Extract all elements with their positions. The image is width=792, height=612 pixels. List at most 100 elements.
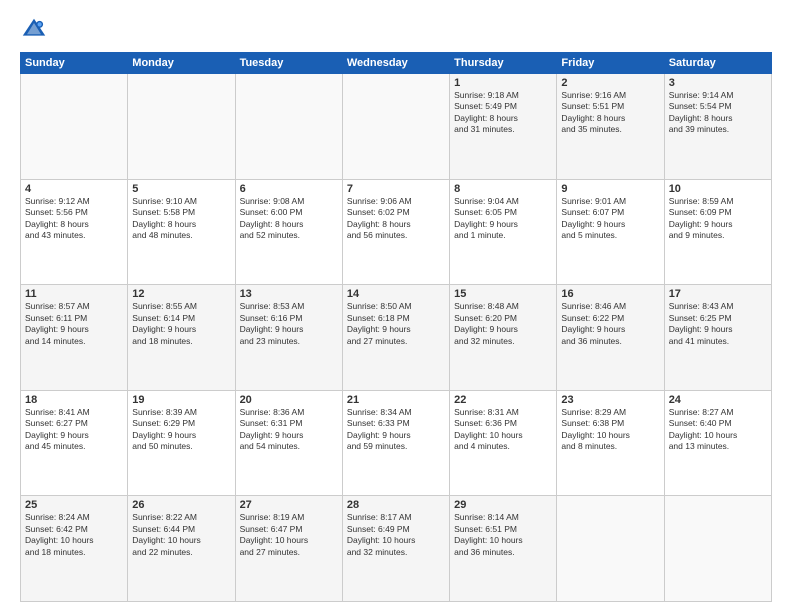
day-number: 25 xyxy=(25,499,123,511)
day-number: 17 xyxy=(669,288,767,300)
day-number: 8 xyxy=(454,183,552,195)
day-info: Sunrise: 8:43 AM Sunset: 6:25 PM Dayligh… xyxy=(669,301,767,347)
day-info: Sunrise: 9:08 AM Sunset: 6:00 PM Dayligh… xyxy=(240,196,338,242)
day-info: Sunrise: 9:10 AM Sunset: 5:58 PM Dayligh… xyxy=(132,196,230,242)
calendar-cell: 6Sunrise: 9:08 AM Sunset: 6:00 PM Daylig… xyxy=(235,179,342,285)
day-info: Sunrise: 9:01 AM Sunset: 6:07 PM Dayligh… xyxy=(561,196,659,242)
day-number: 10 xyxy=(669,183,767,195)
day-info: Sunrise: 8:29 AM Sunset: 6:38 PM Dayligh… xyxy=(561,407,659,453)
calendar-cell: 16Sunrise: 8:46 AM Sunset: 6:22 PM Dayli… xyxy=(557,285,664,391)
day-info: Sunrise: 8:36 AM Sunset: 6:31 PM Dayligh… xyxy=(240,407,338,453)
day-info: Sunrise: 8:53 AM Sunset: 6:16 PM Dayligh… xyxy=(240,301,338,347)
calendar-cell: 15Sunrise: 8:48 AM Sunset: 6:20 PM Dayli… xyxy=(450,285,557,391)
day-info: Sunrise: 8:55 AM Sunset: 6:14 PM Dayligh… xyxy=(132,301,230,347)
day-number: 27 xyxy=(240,499,338,511)
calendar-week-0: 1Sunrise: 9:18 AM Sunset: 5:49 PM Daylig… xyxy=(21,74,772,180)
calendar-cell: 25Sunrise: 8:24 AM Sunset: 6:42 PM Dayli… xyxy=(21,496,128,602)
calendar-cell xyxy=(235,74,342,180)
day-info: Sunrise: 9:04 AM Sunset: 6:05 PM Dayligh… xyxy=(454,196,552,242)
day-number: 4 xyxy=(25,183,123,195)
calendar-cell: 10Sunrise: 8:59 AM Sunset: 6:09 PM Dayli… xyxy=(664,179,771,285)
calendar-cell: 27Sunrise: 8:19 AM Sunset: 6:47 PM Dayli… xyxy=(235,496,342,602)
calendar-cell: 7Sunrise: 9:06 AM Sunset: 6:02 PM Daylig… xyxy=(342,179,449,285)
calendar-cell: 24Sunrise: 8:27 AM Sunset: 6:40 PM Dayli… xyxy=(664,390,771,496)
day-number: 19 xyxy=(132,394,230,406)
day-number: 1 xyxy=(454,77,552,89)
day-number: 18 xyxy=(25,394,123,406)
day-info: Sunrise: 8:24 AM Sunset: 6:42 PM Dayligh… xyxy=(25,512,123,558)
day-info: Sunrise: 9:06 AM Sunset: 6:02 PM Dayligh… xyxy=(347,196,445,242)
calendar-header: SundayMondayTuesdayWednesdayThursdayFrid… xyxy=(21,53,772,74)
day-number: 15 xyxy=(454,288,552,300)
day-number: 12 xyxy=(132,288,230,300)
day-number: 21 xyxy=(347,394,445,406)
calendar-table: SundayMondayTuesdayWednesdayThursdayFrid… xyxy=(20,52,772,602)
day-info: Sunrise: 9:16 AM Sunset: 5:51 PM Dayligh… xyxy=(561,90,659,136)
day-number: 11 xyxy=(25,288,123,300)
weekday-row: SundayMondayTuesdayWednesdayThursdayFrid… xyxy=(21,53,772,74)
calendar-cell: 8Sunrise: 9:04 AM Sunset: 6:05 PM Daylig… xyxy=(450,179,557,285)
weekday-header-friday: Friday xyxy=(557,53,664,74)
day-number: 28 xyxy=(347,499,445,511)
day-info: Sunrise: 8:31 AM Sunset: 6:36 PM Dayligh… xyxy=(454,407,552,453)
day-info: Sunrise: 9:18 AM Sunset: 5:49 PM Dayligh… xyxy=(454,90,552,136)
calendar-cell: 26Sunrise: 8:22 AM Sunset: 6:44 PM Dayli… xyxy=(128,496,235,602)
day-info: Sunrise: 8:17 AM Sunset: 6:49 PM Dayligh… xyxy=(347,512,445,558)
day-number: 26 xyxy=(132,499,230,511)
page-header xyxy=(20,16,772,44)
calendar-cell: 22Sunrise: 8:31 AM Sunset: 6:36 PM Dayli… xyxy=(450,390,557,496)
day-number: 13 xyxy=(240,288,338,300)
day-number: 20 xyxy=(240,394,338,406)
calendar-week-1: 4Sunrise: 9:12 AM Sunset: 5:56 PM Daylig… xyxy=(21,179,772,285)
weekday-header-thursday: Thursday xyxy=(450,53,557,74)
calendar-week-4: 25Sunrise: 8:24 AM Sunset: 6:42 PM Dayli… xyxy=(21,496,772,602)
day-info: Sunrise: 9:14 AM Sunset: 5:54 PM Dayligh… xyxy=(669,90,767,136)
day-info: Sunrise: 8:22 AM Sunset: 6:44 PM Dayligh… xyxy=(132,512,230,558)
weekday-header-wednesday: Wednesday xyxy=(342,53,449,74)
calendar-cell: 28Sunrise: 8:17 AM Sunset: 6:49 PM Dayli… xyxy=(342,496,449,602)
day-number: 23 xyxy=(561,394,659,406)
day-info: Sunrise: 8:41 AM Sunset: 6:27 PM Dayligh… xyxy=(25,407,123,453)
calendar-page: SundayMondayTuesdayWednesdayThursdayFrid… xyxy=(0,0,792,612)
calendar-cell: 14Sunrise: 8:50 AM Sunset: 6:18 PM Dayli… xyxy=(342,285,449,391)
day-info: Sunrise: 8:19 AM Sunset: 6:47 PM Dayligh… xyxy=(240,512,338,558)
day-number: 14 xyxy=(347,288,445,300)
calendar-cell: 19Sunrise: 8:39 AM Sunset: 6:29 PM Dayli… xyxy=(128,390,235,496)
day-info: Sunrise: 8:57 AM Sunset: 6:11 PM Dayligh… xyxy=(25,301,123,347)
day-info: Sunrise: 8:14 AM Sunset: 6:51 PM Dayligh… xyxy=(454,512,552,558)
day-info: Sunrise: 8:50 AM Sunset: 6:18 PM Dayligh… xyxy=(347,301,445,347)
calendar-cell: 3Sunrise: 9:14 AM Sunset: 5:54 PM Daylig… xyxy=(664,74,771,180)
day-number: 9 xyxy=(561,183,659,195)
calendar-cell: 4Sunrise: 9:12 AM Sunset: 5:56 PM Daylig… xyxy=(21,179,128,285)
calendar-cell: 13Sunrise: 8:53 AM Sunset: 6:16 PM Dayli… xyxy=(235,285,342,391)
day-info: Sunrise: 8:39 AM Sunset: 6:29 PM Dayligh… xyxy=(132,407,230,453)
day-info: Sunrise: 8:59 AM Sunset: 6:09 PM Dayligh… xyxy=(669,196,767,242)
calendar-body: 1Sunrise: 9:18 AM Sunset: 5:49 PM Daylig… xyxy=(21,74,772,602)
calendar-cell: 11Sunrise: 8:57 AM Sunset: 6:11 PM Dayli… xyxy=(21,285,128,391)
logo xyxy=(20,16,52,44)
day-number: 3 xyxy=(669,77,767,89)
calendar-cell: 17Sunrise: 8:43 AM Sunset: 6:25 PM Dayli… xyxy=(664,285,771,391)
day-number: 6 xyxy=(240,183,338,195)
calendar-cell: 2Sunrise: 9:16 AM Sunset: 5:51 PM Daylig… xyxy=(557,74,664,180)
logo-icon xyxy=(20,16,48,44)
day-info: Sunrise: 8:46 AM Sunset: 6:22 PM Dayligh… xyxy=(561,301,659,347)
day-number: 2 xyxy=(561,77,659,89)
day-number: 22 xyxy=(454,394,552,406)
calendar-cell xyxy=(664,496,771,602)
calendar-cell xyxy=(21,74,128,180)
calendar-cell: 20Sunrise: 8:36 AM Sunset: 6:31 PM Dayli… xyxy=(235,390,342,496)
calendar-cell: 1Sunrise: 9:18 AM Sunset: 5:49 PM Daylig… xyxy=(450,74,557,180)
weekday-header-saturday: Saturday xyxy=(664,53,771,74)
calendar-cell: 18Sunrise: 8:41 AM Sunset: 6:27 PM Dayli… xyxy=(21,390,128,496)
calendar-cell: 9Sunrise: 9:01 AM Sunset: 6:07 PM Daylig… xyxy=(557,179,664,285)
day-info: Sunrise: 8:34 AM Sunset: 6:33 PM Dayligh… xyxy=(347,407,445,453)
weekday-header-tuesday: Tuesday xyxy=(235,53,342,74)
calendar-cell: 21Sunrise: 8:34 AM Sunset: 6:33 PM Dayli… xyxy=(342,390,449,496)
calendar-cell xyxy=(128,74,235,180)
day-number: 7 xyxy=(347,183,445,195)
day-info: Sunrise: 8:27 AM Sunset: 6:40 PM Dayligh… xyxy=(669,407,767,453)
weekday-header-monday: Monday xyxy=(128,53,235,74)
day-info: Sunrise: 8:48 AM Sunset: 6:20 PM Dayligh… xyxy=(454,301,552,347)
calendar-cell: 5Sunrise: 9:10 AM Sunset: 5:58 PM Daylig… xyxy=(128,179,235,285)
